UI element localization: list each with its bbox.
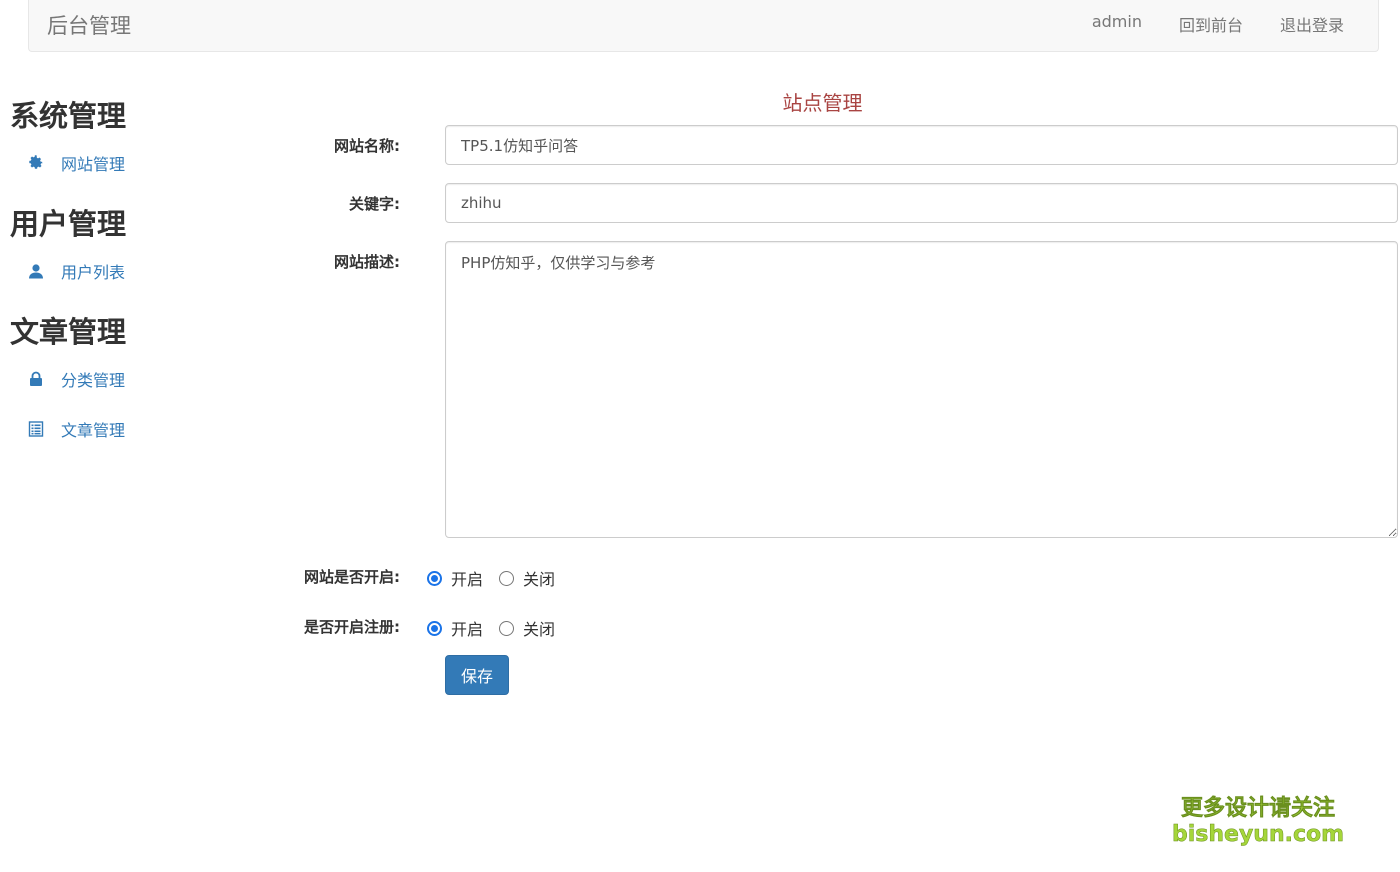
site-open-radios: 开启 关闭 bbox=[427, 566, 571, 590]
nav-link-logout[interactable]: 退出登录 bbox=[1280, 12, 1344, 36]
register-open-radios: 开启 关闭 bbox=[427, 616, 571, 640]
site-open-on-label: 开启 bbox=[451, 570, 484, 589]
sidebar-item-label: 文章管理 bbox=[61, 421, 126, 440]
sidebar-group-article: 文章管理 分类管理 文章管理 bbox=[10, 312, 250, 446]
site-open-label: 网站是否开启: bbox=[304, 568, 400, 586]
register-open-off-label: 关闭 bbox=[523, 620, 556, 639]
top-navbar: 后台管理 admin 回到前台 退出登录 bbox=[28, 0, 1379, 52]
sidebar-group-user: 用户管理 用户列表 bbox=[10, 204, 250, 288]
sidebar-item-category[interactable]: 分类管理 bbox=[26, 362, 250, 396]
watermark: 更多设计请关注 bisheyun.com bbox=[1172, 796, 1345, 848]
keywords-input[interactable] bbox=[445, 183, 1398, 223]
list-icon bbox=[26, 419, 46, 439]
sidebar-heading-article: 文章管理 bbox=[10, 315, 127, 349]
description-label: 网站描述: bbox=[334, 253, 400, 271]
watermark-line2: bisheyun.com bbox=[1172, 822, 1345, 848]
gear-icon bbox=[26, 153, 46, 173]
site-name-label: 网站名称: bbox=[334, 137, 400, 155]
register-open-on-radio[interactable] bbox=[427, 620, 442, 636]
register-open-off-radio[interactable] bbox=[499, 620, 515, 636]
brand-title[interactable]: 后台管理 bbox=[47, 10, 131, 40]
keywords-label: 关键字: bbox=[349, 195, 400, 213]
site-open-off-label: 关闭 bbox=[523, 570, 556, 589]
register-open-label: 是否开启注册: bbox=[304, 618, 400, 636]
sidebar-item-label: 分类管理 bbox=[61, 371, 126, 390]
nav-link-admin[interactable]: admin bbox=[1092, 12, 1142, 36]
lock-icon bbox=[26, 369, 46, 389]
nav-link-front[interactable]: 回到前台 bbox=[1179, 12, 1243, 36]
sidebar-heading-system: 系统管理 bbox=[10, 99, 127, 133]
navbar-links: admin 回到前台 退出登录 bbox=[1092, 12, 1344, 36]
site-open-on-radio[interactable] bbox=[427, 570, 442, 586]
description-textarea[interactable]: PHP仿知乎，仅供学习与参考 bbox=[445, 241, 1398, 538]
site-name-input[interactable] bbox=[445, 125, 1398, 165]
sidebar-item-articles[interactable]: 文章管理 bbox=[26, 412, 250, 446]
site-open-off-radio[interactable] bbox=[499, 570, 515, 586]
save-button[interactable]: 保存 bbox=[445, 655, 509, 695]
register-open-on-label: 开启 bbox=[451, 620, 484, 639]
form-title: 站点管理 bbox=[782, 91, 863, 115]
watermark-line1: 更多设计请关注 bbox=[1181, 796, 1336, 822]
